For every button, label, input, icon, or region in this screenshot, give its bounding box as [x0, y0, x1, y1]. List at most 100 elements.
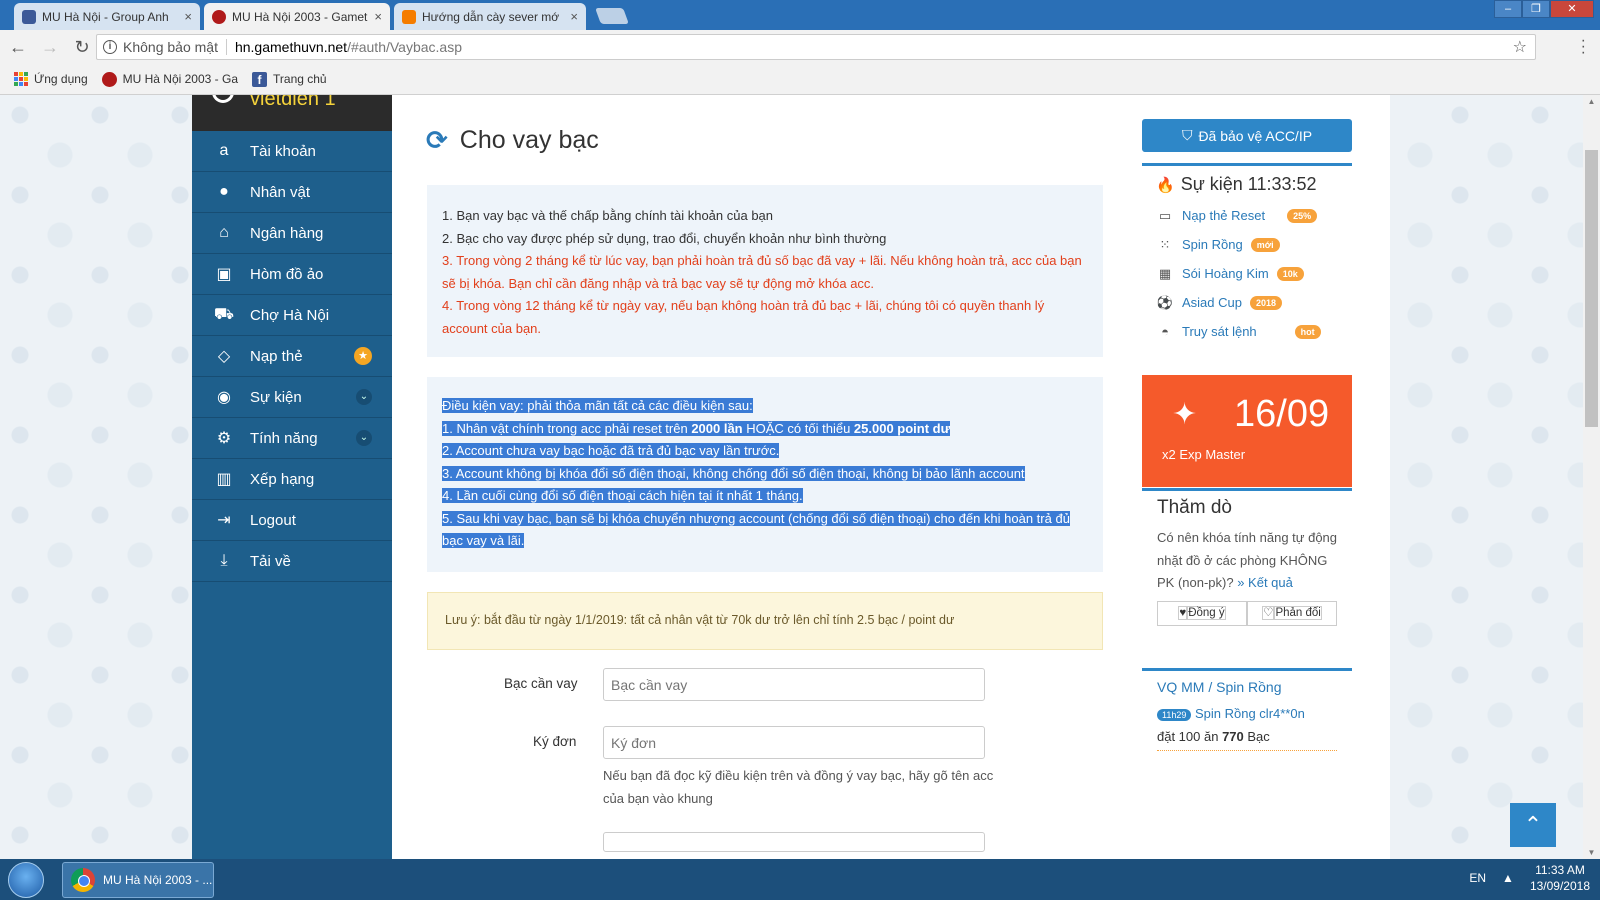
sidebar-item-label: Sự kiện [250, 388, 302, 406]
browser-tab-2[interactable]: MU Hà Nội 2003 - Gamet × [204, 3, 390, 30]
runner-icon: ✦ [1172, 398, 1198, 431]
spinner-icon: ⁙ [1159, 236, 1171, 252]
events-heading: 🔥 Sự kiện 11:33:52 [1156, 174, 1338, 195]
rule-4: 4. Trong vòng 12 tháng kể từ ngày vay, n… [442, 298, 1045, 336]
heartbeat-icon: ♡ [1262, 605, 1275, 620]
browser-tab-3[interactable]: Hướng dẫn cày sever mớ × [394, 3, 586, 30]
sidebar-item-label: Hòm đồ ảo [250, 265, 324, 283]
sidebar-item-events[interactable]: ◉ Sự kiện ⌄ [192, 377, 392, 418]
tray-expand-icon[interactable]: ▲ [1502, 871, 1514, 885]
chevron-down-icon: ⌄ [356, 389, 372, 405]
close-tab-icon[interactable]: × [374, 9, 382, 24]
close-window-icon[interactable]: ✕ [1550, 0, 1594, 18]
poll-agree-button[interactable]: ♥ Đồng ý [1157, 600, 1247, 626]
windows-taskbar: MU Hà Nội 2003 - ... EN ▲ 11:33 AM 13/09… [0, 859, 1600, 900]
close-tab-icon[interactable]: × [570, 9, 578, 24]
event-item-hunt-order[interactable]: ◓ Truy sát lệnh hot [1156, 317, 1338, 346]
new-tab-button[interactable] [595, 8, 629, 24]
system-tray: EN ▲ 11:33 AM 13/09/2018 [1469, 862, 1590, 894]
browser-tab-1[interactable]: MU Hà Nội - Group Anh × [14, 3, 200, 30]
bookmark-facebook[interactable]: f Trang chủ [252, 71, 327, 87]
bookmark-apps[interactable]: Ứng dụng [14, 72, 88, 86]
apps-icon [14, 72, 28, 86]
shield-icon: ⛉ [1181, 127, 1193, 143]
sidebar-item-download[interactable]: ⤓ Tải về [192, 541, 392, 582]
sidebar-item-label: Nạp thẻ [250, 347, 303, 365]
mu-icon [212, 9, 226, 24]
event-item-spin-dragon[interactable]: ⁙ Spin Rồng mới [1156, 230, 1338, 259]
forward-icon[interactable]: → [36, 37, 64, 58]
sidebar-item-character[interactable]: ● Nhân vật [192, 172, 392, 213]
info-icon[interactable]: i [103, 40, 117, 54]
sidebar-item-label: Xếp hạng [250, 470, 315, 488]
page-scrollbar[interactable]: ▲ ▼ [1583, 95, 1600, 859]
event-label: Asiad Cup [1182, 295, 1242, 310]
event-item-topup-reset[interactable]: ▭ Nạp thẻ Reset 25% [1156, 201, 1338, 230]
exp-promo-banner[interactable]: ✦ 16/09 x2 Exp Master [1142, 375, 1352, 487]
user-icon: ● [219, 183, 229, 200]
spin-time-badge: 11h29 [1157, 709, 1192, 721]
vq-mm-link[interactable]: VQ MM [1157, 679, 1204, 695]
loan-amount-input[interactable] [603, 668, 985, 701]
bank-icon: ⌂ [219, 224, 229, 241]
briefcase-icon: ▣ [216, 266, 232, 283]
spin-entry-link[interactable]: Spin Rồng clr4**0n [1195, 706, 1305, 721]
sign-input[interactable] [603, 726, 985, 759]
tab-title: MU Hà Nội 2003 - Gamet [232, 9, 368, 24]
back-icon[interactable]: ← [4, 37, 32, 58]
browser-menu-icon[interactable]: · · · [1581, 33, 1586, 61]
spin-log-panel: VQ MM / Spin Rồng 11h29 Spin Rồng clr4**… [1142, 668, 1352, 859]
sidebar-item-label: Tính năng [250, 429, 318, 447]
download-icon: ⤓ [220, 552, 228, 569]
sidebar-item-virtual-chest[interactable]: ▣ Hòm đồ ảo [192, 254, 392, 295]
bookmarks-bar: Ứng dụng MU Hà Nội 2003 - Ga f Trang chủ [0, 64, 1600, 95]
scroll-to-top-button[interactable]: ⌃ [1510, 803, 1556, 847]
event-item-golden-wolf[interactable]: ▦ Sói Hoàng Kim 10k [1156, 259, 1338, 288]
facebook-icon: f [252, 71, 268, 87]
condition-4: 4. Lần cuối cùng đổi số điện thoại cách … [442, 488, 803, 503]
promo-text: x2 Exp Master [1162, 447, 1246, 462]
spin-amount: 770 [1222, 729, 1244, 744]
sidebar-item-logout[interactable]: ⇥ Logout [192, 500, 392, 541]
condition-3: 3. Account không bị khóa đổi số điện tho… [442, 465, 1025, 481]
bookmark-mu[interactable]: MU Hà Nội 2003 - Ga [101, 71, 238, 87]
minimize-icon[interactable]: – [1494, 0, 1522, 18]
poll-result-link[interactable]: » Kết quả [1237, 575, 1293, 590]
sidebar-item-features[interactable]: ⚙ Tính năng ⌄ [192, 418, 392, 459]
close-tab-icon[interactable]: × [184, 9, 192, 24]
scroll-up-icon[interactable]: ▲ [1583, 97, 1600, 106]
rule-2: 2. Bạc cho vay được phép sử dụng, trao đ… [442, 230, 887, 246]
scrollbar-thumb[interactable] [1585, 150, 1598, 427]
restore-icon[interactable]: ❐ [1522, 0, 1550, 18]
logo-text: vietdien 1 [250, 95, 336, 110]
clock[interactable]: 11:33 AM 13/09/2018 [1530, 862, 1590, 894]
bookmark-label: Ứng dụng [34, 72, 88, 86]
site-logo[interactable]: vietdien 1 [192, 95, 392, 131]
bookmark-star-icon[interactable]: ☆ [1513, 37, 1527, 57]
logo-icon [212, 95, 234, 103]
events-panel: 🔥 Sự kiện 11:33:52 ▭ Nạp thẻ Reset 25% ⁙… [1142, 163, 1352, 355]
sidebar-item-bank[interactable]: ⌂ Ngân hàng [192, 213, 392, 254]
poll-buttons: ♥ Đồng ý ♡ Phản đối [1157, 600, 1337, 626]
spin-dragon-link[interactable]: Spin Rồng [1216, 679, 1281, 695]
sidebar-item-label: Nhân vật [250, 183, 311, 201]
chrome-icon [71, 868, 95, 892]
sidebar-item-label: Tải về [250, 552, 291, 570]
start-button[interactable] [8, 862, 44, 898]
event-tag: 25% [1287, 208, 1318, 223]
poll-disagree-button[interactable]: ♡ Phản đối [1247, 600, 1337, 626]
event-item-asiad-cup[interactable]: ⚽ Asiad Cup 2018 [1156, 288, 1338, 317]
language-indicator[interactable]: EN [1469, 871, 1486, 885]
sidebar-item-ranking[interactable]: ▥ Xếp hạng [192, 459, 392, 500]
sidebar-item-market[interactable]: ⛟ Chợ Hà Nội [192, 295, 392, 336]
address-bar[interactable]: i Không bảo mật hn.gamethuvn.net /#auth/… [96, 34, 1536, 60]
page-title: Cho vay bạc [459, 126, 599, 154]
next-input-partial[interactable] [603, 832, 985, 852]
protect-account-button[interactable]: ⛉ Đã bảo vệ ACC/IP [1142, 119, 1352, 152]
reload-icon[interactable]: ↻ [68, 37, 96, 58]
conditions-heading: Điều kiện vay: phải thỏa mãn tất cả các … [442, 398, 753, 413]
sidebar-item-account[interactable]: a Tài khoản [192, 131, 392, 172]
taskbar-chrome-window[interactable]: MU Hà Nội 2003 - ... [62, 862, 214, 898]
scroll-down-icon[interactable]: ▼ [1583, 848, 1600, 857]
sidebar-item-top-up[interactable]: ◇ Nạp thẻ ★ [192, 336, 392, 377]
